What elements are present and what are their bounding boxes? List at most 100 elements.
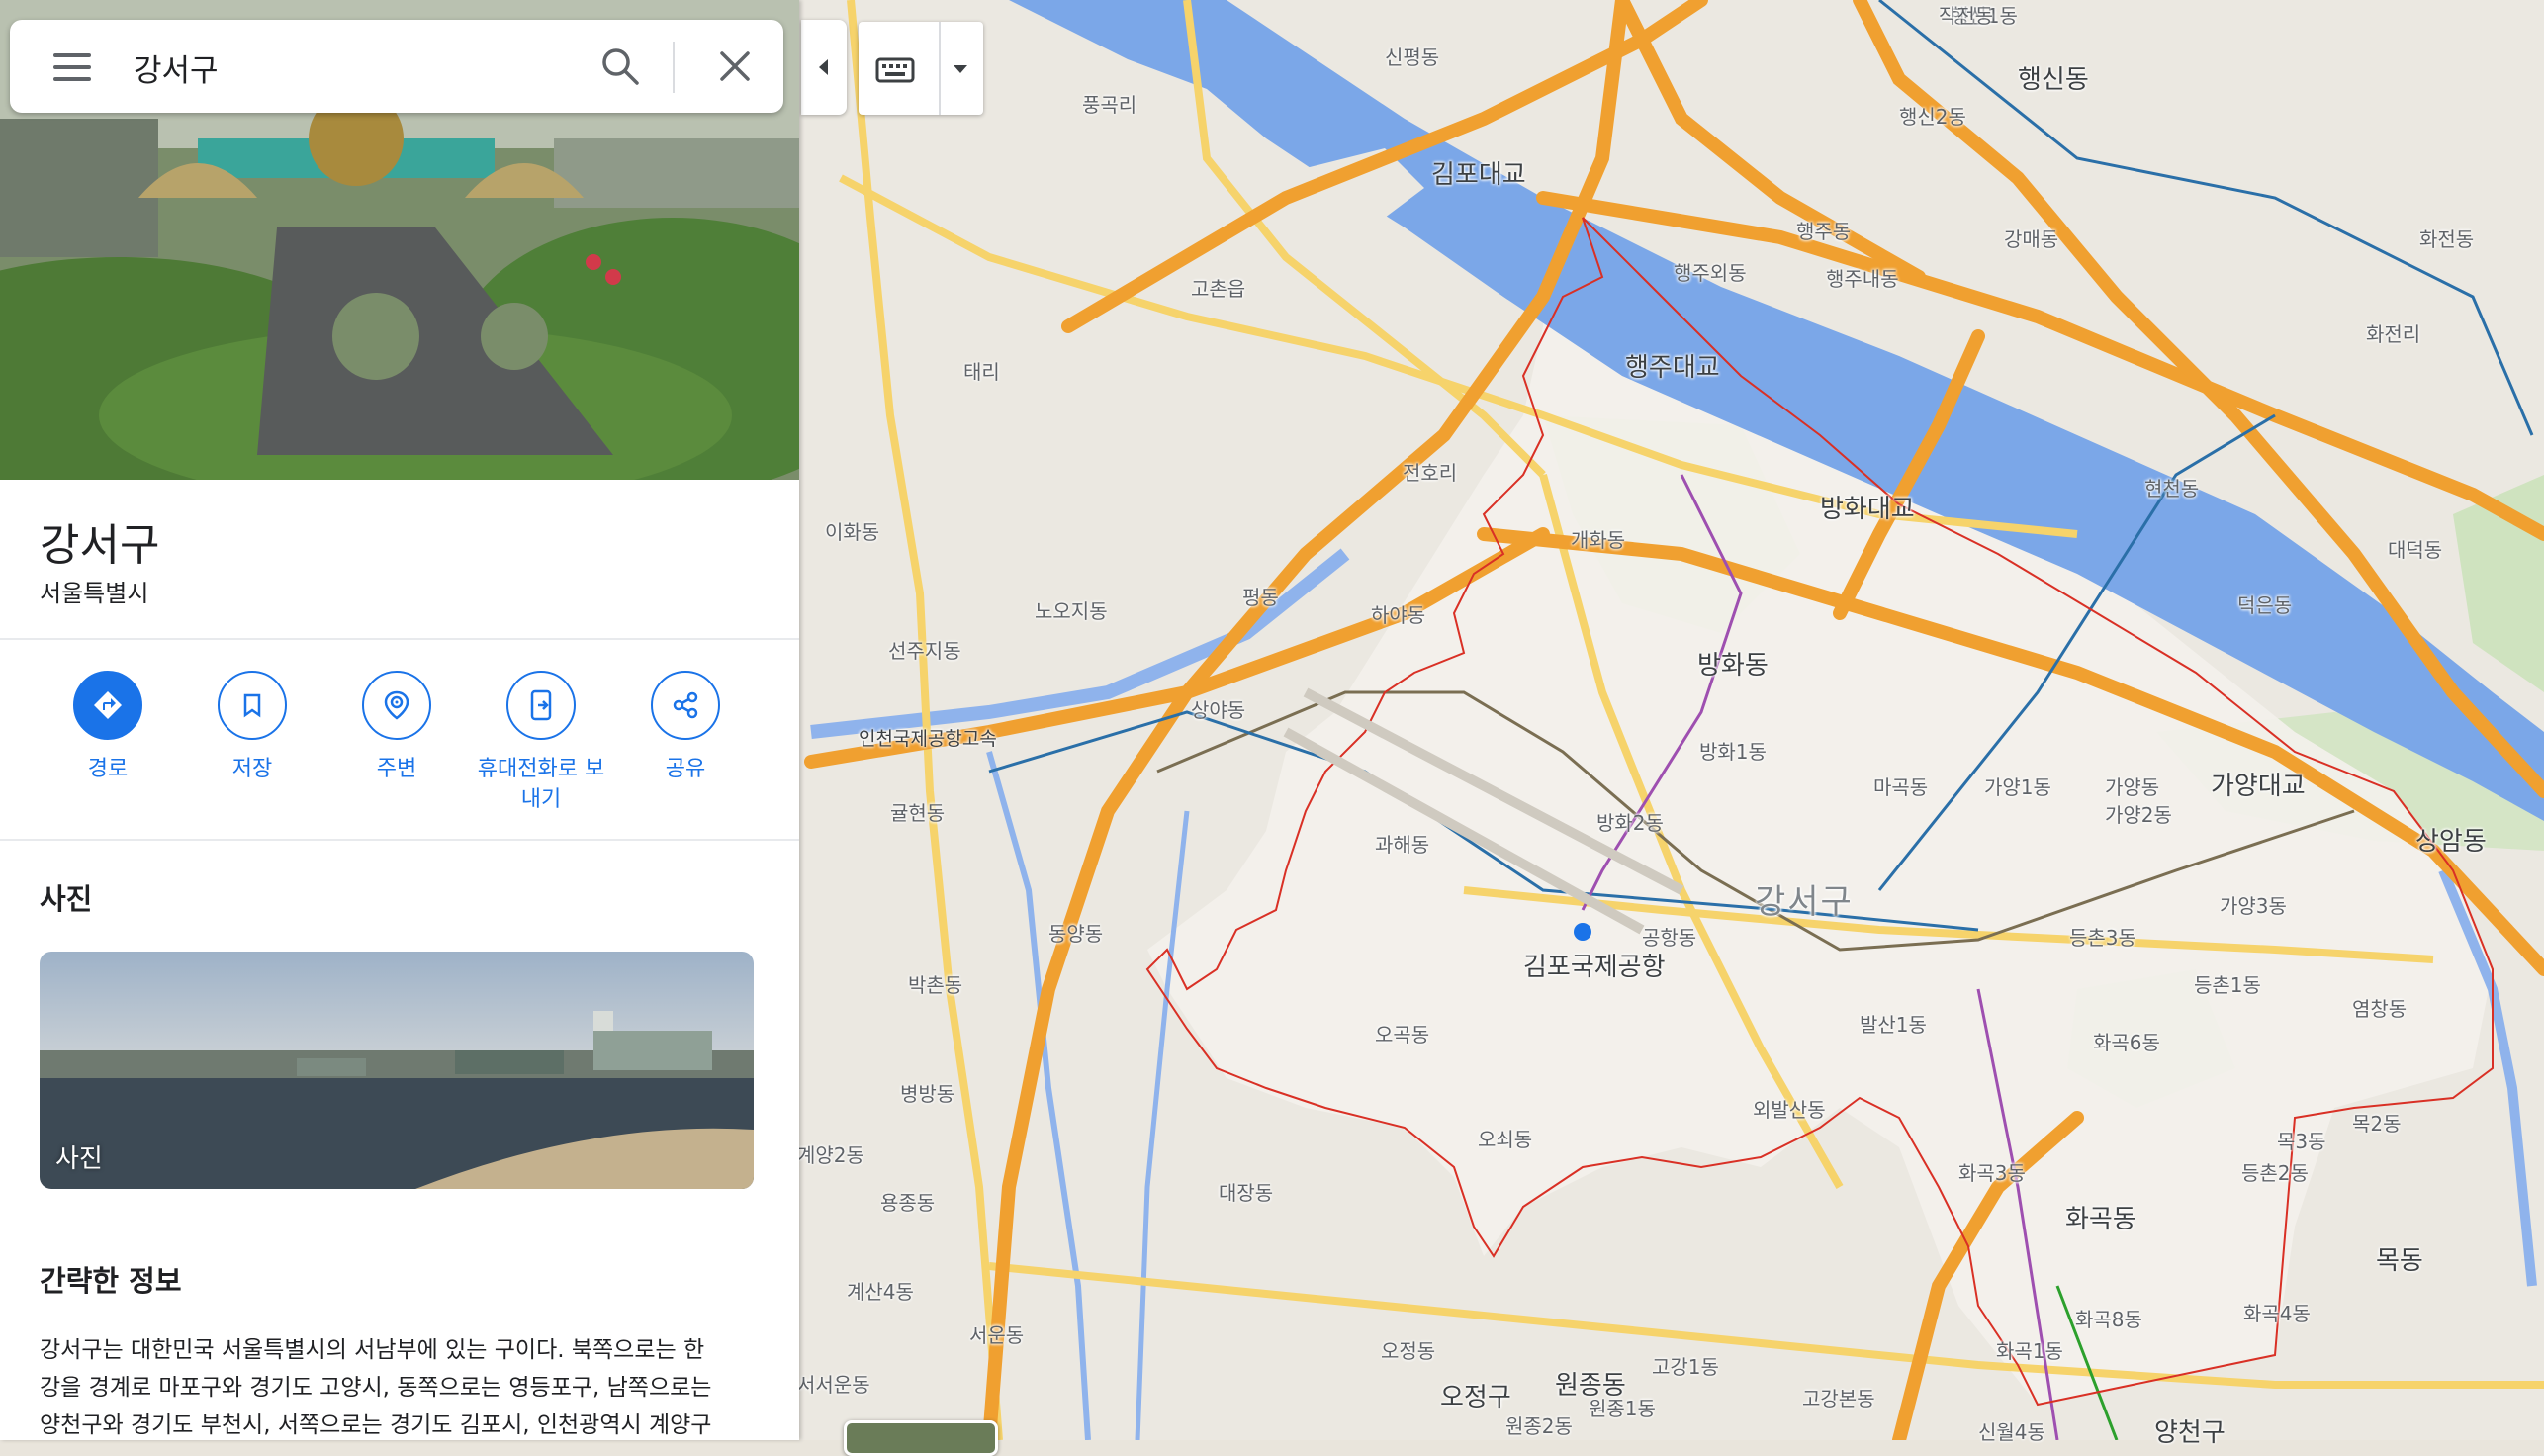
map-label: 행주외동 — [1674, 261, 1747, 285]
caret-left-icon — [819, 59, 828, 75]
map-label: 가양2동 — [2105, 803, 2172, 827]
bridge-label: 행주대교 — [1625, 353, 1720, 383]
airport-icon — [1574, 923, 1591, 941]
action-label: 저장 — [231, 757, 273, 781]
input-tools-button[interactable] — [859, 22, 983, 115]
map-label: 서서운동 — [797, 1373, 870, 1397]
map-label: 발산1동 — [1860, 1013, 1927, 1037]
bridge-label: 김포대교 — [1431, 160, 1526, 190]
action-label: 경로 — [87, 757, 129, 781]
layers-thumbnail[interactable] — [844, 1420, 998, 1456]
expressway-label: 인천국제공항고속 — [859, 728, 997, 750]
map-label: 염창동 — [2352, 997, 2408, 1021]
map-label: 신월4동 — [1978, 1420, 2045, 1444]
nearby-icon — [384, 690, 409, 720]
map-label: 귤현동 — [890, 801, 946, 825]
map-label: 가양1동 — [1984, 775, 2051, 799]
map-label: 개화동 — [1571, 528, 1626, 552]
photo-card[interactable]: 사진 — [40, 952, 754, 1189]
map-label: 목동 — [2376, 1246, 2423, 1276]
about-text: 강서구는 대한민국 서울특별시의 서남부에 있는 구이다. 북쪽으로는 한 강을… — [40, 1331, 762, 1440]
map-label: 가양3동 — [2220, 894, 2287, 918]
share-button[interactable]: 공유 — [611, 671, 760, 784]
map-label: 덕은동 — [2237, 593, 2293, 617]
map-label: 화곡8동 — [2075, 1308, 2142, 1331]
action-label: 내기 — [520, 787, 562, 812]
map-label: 고강1동 — [1652, 1355, 1719, 1379]
send-to-phone-icon — [530, 689, 552, 721]
map-label: 화곡4동 — [2243, 1302, 2311, 1325]
search-icon[interactable] — [599, 46, 641, 87]
map-label: 원종1동 — [1589, 1397, 1656, 1420]
place-title: 강서구 — [40, 520, 160, 571]
map-label: 고강본동 — [1802, 1387, 1875, 1410]
map-label: 양천구 — [2154, 1418, 2226, 1448]
map-label: 화곡6동 — [2093, 1031, 2160, 1054]
map-label: 공항동 — [1642, 926, 1697, 950]
map-label: 하야동 — [1371, 603, 1426, 627]
bookmark-icon — [243, 693, 261, 718]
map-label: 원종2동 — [1505, 1414, 1573, 1438]
map-label: 등촌1동 — [2194, 973, 2261, 997]
place-panel: 강서구 강서구 서울특별시 경로 저장 주변 휴대전화로 보 내기 공유 사진 … — [0, 0, 799, 1440]
nearby-button[interactable]: 주변 — [322, 671, 471, 784]
map-label: 가양동 — [2105, 775, 2160, 799]
search-box[interactable]: 강서구 — [10, 20, 783, 113]
map-label: 선주지동 — [888, 639, 961, 663]
map-label: 전호리 — [1403, 461, 1458, 485]
about-line: 강서구는 대한민국 서울특별시의 서남부에 있는 구이다. 북쪽으로는 한 — [40, 1337, 705, 1363]
map-label: 화곡동 — [2065, 1205, 2136, 1234]
share-icon — [673, 691, 698, 719]
action-label: 주변 — [376, 757, 417, 781]
map-label: 용종동 — [880, 1191, 936, 1215]
photo-image — [40, 952, 754, 1189]
action-label: 휴대전화로 보 — [477, 757, 605, 781]
map-label: 상암동 — [2415, 827, 2487, 857]
map-label: 이화동 — [825, 520, 880, 544]
map-label: 계양2동 — [797, 1143, 864, 1167]
map-label: 목3동 — [2277, 1130, 2326, 1153]
photo-card-label: 사진 — [55, 1144, 103, 1174]
keyboard-icon — [875, 22, 967, 115]
action-label: 공유 — [665, 757, 706, 781]
collapse-panel-button[interactable] — [801, 20, 847, 115]
map-label: 행신동 — [2018, 65, 2089, 95]
map-label: 오정동 — [1381, 1339, 1436, 1363]
map-label: 등촌2동 — [2241, 1161, 2309, 1185]
map-label: 현천동 — [2144, 477, 2200, 500]
dropdown-icon — [954, 65, 967, 73]
map-label: 외발산동 — [1753, 1098, 1826, 1122]
map-label: 목2동 — [2352, 1112, 2402, 1136]
airport-label: 김포국제공항 — [1523, 953, 1666, 982]
search-divider — [673, 42, 675, 93]
map-label: 방화1동 — [1699, 740, 1767, 764]
map-label: 화전리 — [2366, 322, 2421, 346]
about-line: 양천구와 경기도 부천시, 서쪽으로는 경기도 김포시, 인천광역시 계양구 — [40, 1412, 712, 1438]
map-label: 화곡3동 — [1958, 1161, 2026, 1185]
close-icon[interactable] — [714, 46, 756, 87]
about-line: 강을 경계로 마포구와 경기도 고양시, 동쪽으로는 영등포구, 남쪽으로는 — [40, 1375, 712, 1401]
map-label: 행주내동 — [1826, 267, 1899, 291]
map-label: 오정구 — [1440, 1383, 1511, 1412]
map-label: 서운동 — [969, 1323, 1025, 1347]
search-input[interactable]: 강서구 — [134, 46, 219, 90]
map-label: 계산4동 — [847, 1280, 914, 1304]
send-to-phone-button[interactable]: 휴대전화로 보내기 — [467, 671, 615, 815]
save-button[interactable]: 저장 — [178, 671, 326, 784]
menu-icon[interactable] — [53, 53, 91, 81]
map-label: 대덕동 — [2388, 538, 2443, 562]
district-label: 강서구 — [1755, 882, 1854, 922]
bridge-label: 가양대교 — [2211, 772, 2306, 801]
map-label: 상야동 — [1191, 698, 1246, 722]
divider — [0, 839, 799, 841]
divider — [0, 638, 799, 640]
map-label: 행신2동 — [1899, 105, 1966, 129]
map-label: 박촌동 — [908, 973, 963, 997]
directions-button[interactable]: 경로 — [34, 671, 182, 784]
map-label: 풍곡리 — [1082, 93, 1137, 117]
map-label: 등촌3동 — [2069, 926, 2136, 950]
map-label: 방화동 — [1697, 651, 1769, 681]
about-heading: 간략한 정보 — [40, 1264, 182, 1298]
map-label: 노오지동 — [1035, 599, 1108, 623]
map-label: 태리 — [963, 360, 1000, 384]
